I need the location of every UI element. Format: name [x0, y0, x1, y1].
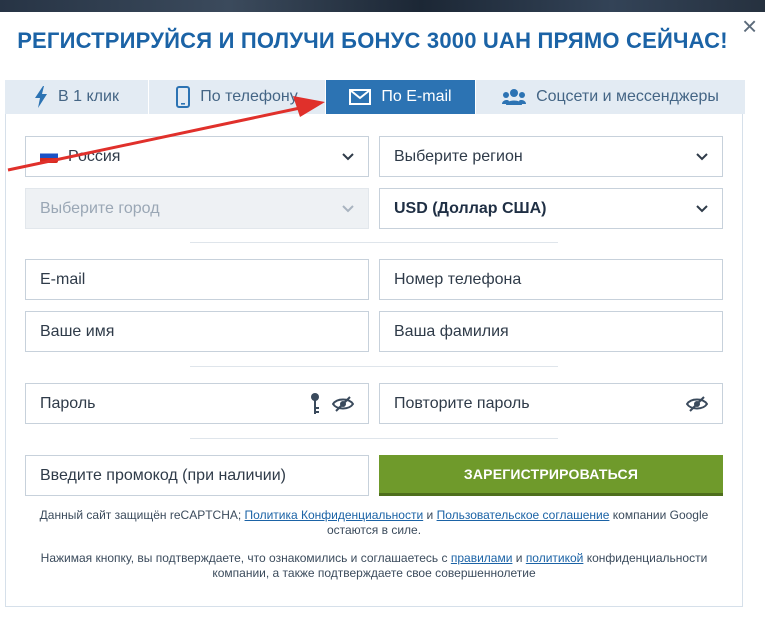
password-field[interactable]: Пароль: [25, 383, 369, 424]
last-name-field[interactable]: Ваша фамилия: [379, 311, 723, 352]
promo-placeholder: Введите промокод (при наличии): [40, 466, 286, 484]
divider: [190, 242, 558, 243]
tab-phone[interactable]: По телефону: [149, 80, 326, 114]
eye-hidden-icon[interactable]: [332, 395, 354, 412]
city-select[interactable]: Выберите город: [25, 188, 369, 229]
phone-field[interactable]: Номер телефона: [379, 259, 723, 300]
repeat-password-field[interactable]: Повторите пароль: [379, 383, 723, 424]
consent-note: Нажимая кнопку, вы подтверждаете, что оз…: [25, 551, 723, 581]
key-icon[interactable]: [310, 392, 320, 416]
and-text: и: [426, 508, 434, 522]
privacy-policy-link[interactable]: Политика Конфиденциальности: [245, 508, 424, 522]
chevron-down-icon: [342, 204, 354, 212]
tab-label: По E-mail: [381, 88, 452, 105]
first-name-field[interactable]: Ваше имя: [25, 311, 369, 352]
people-icon: [502, 89, 527, 105]
chevron-down-icon: [696, 204, 708, 212]
email-field[interactable]: E-mail: [25, 259, 369, 300]
surname-placeholder: Ваша фамилия: [394, 322, 509, 340]
background-strip: [0, 0, 765, 12]
close-icon[interactable]: ×: [742, 13, 757, 39]
phone-icon: [176, 86, 191, 108]
consent-text-pre: Нажимая кнопку, вы подтверждаете, что оз…: [40, 551, 448, 565]
recaptcha-text-pre: Данный сайт защищён reCAPTCHA;: [39, 508, 242, 522]
eye-hidden-icon[interactable]: [686, 395, 708, 412]
divider: [190, 438, 558, 439]
tab-label: В 1 клик: [58, 88, 119, 105]
repeat-password-placeholder: Повторите пароль: [394, 394, 530, 412]
rules-link[interactable]: правилами: [451, 551, 513, 565]
tab-label: По телефону: [200, 88, 298, 105]
register-button[interactable]: ЗАРЕГИСТРИРОВАТЬСЯ: [379, 455, 723, 496]
modal-title: РЕГИСТРИРУЙСЯ И ПОЛУЧИ БОНУС 3000 UAH ПР…: [17, 28, 728, 53]
recaptcha-note: Данный сайт защищён reCAPTCHA; Политика …: [25, 508, 723, 538]
currency-select[interactable]: USD (Доллар США): [379, 188, 723, 229]
chevron-down-icon: [342, 152, 354, 160]
name-placeholder: Ваше имя: [40, 322, 115, 340]
phone-placeholder: Номер телефона: [394, 270, 522, 288]
tab-social[interactable]: Соцсети и мессенджеры: [476, 80, 745, 114]
email-placeholder: E-mail: [40, 270, 86, 288]
and-text: и: [515, 551, 523, 565]
envelope-icon: [349, 89, 372, 105]
registration-tabs: В 1 клик По телефону По E-mail Соцсети и…: [5, 80, 745, 114]
currency-value: USD (Доллар США): [394, 199, 547, 217]
city-placeholder: Выберите город: [40, 199, 160, 217]
policy-link[interactable]: политикой: [526, 551, 584, 565]
region-placeholder: Выберите регион: [394, 147, 523, 165]
russia-flag-icon: [40, 149, 58, 164]
tab-email[interactable]: По E-mail: [326, 80, 476, 114]
password-placeholder: Пароль: [40, 394, 96, 412]
tab-label: Соцсети и мессенджеры: [536, 88, 719, 105]
chevron-down-icon: [696, 152, 708, 160]
terms-link[interactable]: Пользовательское соглашение: [437, 508, 610, 522]
promo-code-field[interactable]: Введите промокод (при наличии): [25, 455, 369, 496]
lightning-icon: [35, 86, 48, 108]
divider: [190, 366, 558, 367]
region-select[interactable]: Выберите регион: [379, 136, 723, 177]
country-select[interactable]: Россия: [25, 136, 369, 177]
country-value: Россия: [68, 147, 121, 165]
tab-one-click[interactable]: В 1 клик: [5, 80, 149, 114]
